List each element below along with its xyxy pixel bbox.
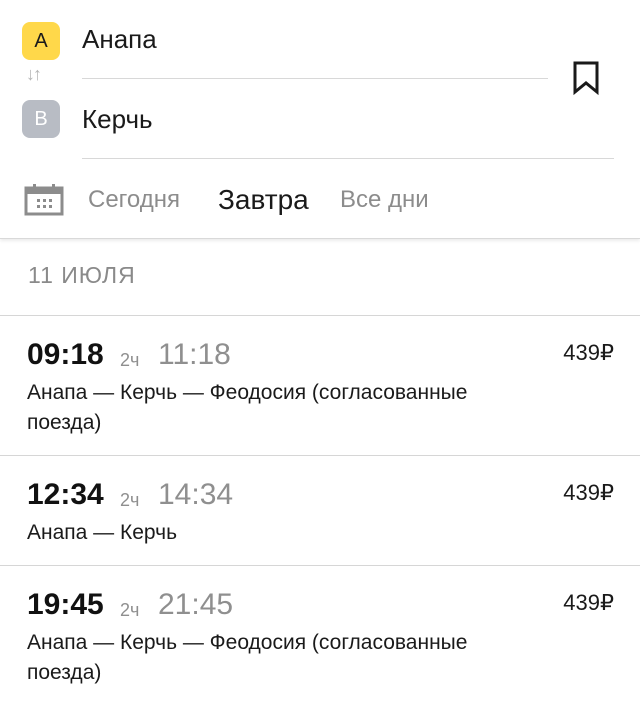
- route-header: A Анапа ↓↑ B Керчь Сегодня Завтра Все дн…: [0, 0, 640, 239]
- trip-row[interactable]: 09:18 2ч 11:18 439₽ Анапа — Керчь — Феод…: [0, 315, 640, 456]
- tab-all-days[interactable]: Все дни: [340, 186, 429, 214]
- departure-time: 19:45: [27, 588, 104, 621]
- tab-tomorrow[interactable]: Завтра: [218, 184, 309, 216]
- date-heading: 11 ИЮЛЯ: [28, 262, 136, 288]
- trip-price: 439₽: [563, 590, 614, 615]
- calendar-icon[interactable]: [24, 184, 64, 216]
- departure-time: 12:34: [27, 478, 104, 511]
- divider: [82, 78, 548, 79]
- bookmark-icon[interactable]: [571, 60, 601, 96]
- point-a-badge: A: [22, 22, 60, 60]
- trip-price: 439₽: [563, 340, 614, 365]
- arrival-time: 21:45: [158, 588, 234, 621]
- tab-today[interactable]: Сегодня: [88, 186, 180, 214]
- divider: [82, 158, 614, 159]
- trip-price: 439₽: [563, 480, 614, 505]
- swap-icon[interactable]: ↓↑: [26, 64, 42, 85]
- arrival-time: 11:18: [158, 338, 231, 371]
- trip-duration: 2ч: [120, 490, 140, 510]
- from-city-field[interactable]: Анапа: [82, 24, 157, 55]
- trip-route: Анапа — Керчь — Феодосия (согласованные …: [27, 381, 468, 434]
- trip-route: Анапа — Керчь — Феодосия (согласованные …: [27, 631, 468, 684]
- trip-duration: 2ч: [120, 350, 140, 370]
- trip-row[interactable]: 19:45 2ч 21:45 439₽ Анапа — Керчь — Феод…: [0, 565, 640, 701]
- departure-time: 09:18: [27, 338, 104, 371]
- trip-row[interactable]: 12:34 2ч 14:34 439₽ Анапа — Керчь: [0, 455, 640, 566]
- trip-duration: 2ч: [120, 600, 140, 620]
- point-b-badge: B: [22, 100, 60, 138]
- arrival-time: 14:34: [158, 478, 234, 511]
- trip-route: Анапа — Керчь: [27, 521, 178, 544]
- to-city-field[interactable]: Керчь: [82, 104, 153, 135]
